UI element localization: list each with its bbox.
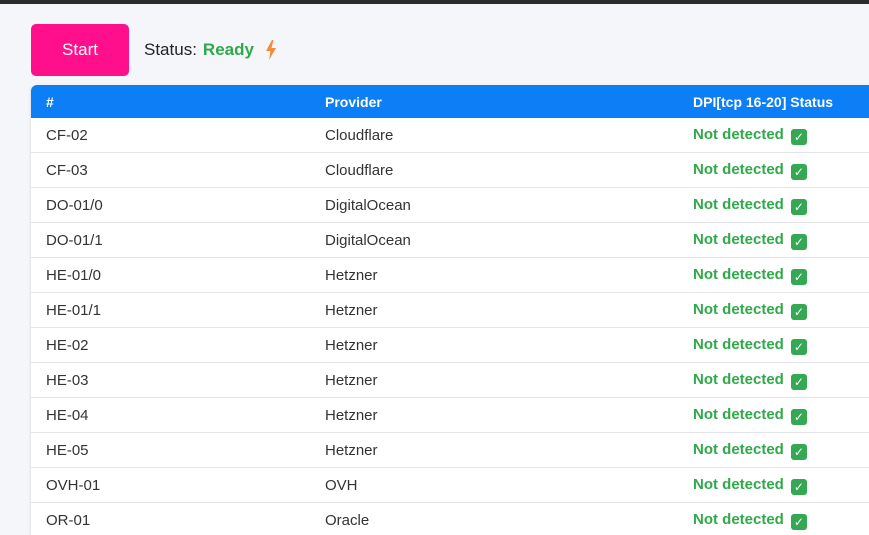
status-text: Not detected (693, 230, 784, 248)
table-header-row: # Provider DPI[tcp 16-20] Status (31, 85, 869, 118)
status-text: Not detected (693, 300, 784, 318)
cell-provider: Hetzner (310, 432, 678, 468)
results-table-container: # Provider DPI[tcp 16-20] Status CF-02 Cl… (31, 85, 869, 535)
cell-id: OVH-01 (31, 467, 310, 503)
status-text: Not detected (693, 440, 784, 458)
cell-dpi-status: Not detected ✓ (678, 152, 869, 188)
status-text: Not detected (693, 510, 784, 528)
status-text: Not detected (693, 265, 784, 283)
check-mark-icon: ✓ (790, 303, 807, 320)
table-row: DO-01/0 DigitalOcean Not detected ✓ (31, 187, 869, 223)
table-row: HE-03 Hetzner Not detected ✓ (31, 362, 869, 398)
cell-id: CF-02 (31, 118, 310, 153)
check-mark-icon: ✓ (790, 408, 807, 425)
table-row: DO-01/1 DigitalOcean Not detected ✓ (31, 222, 869, 258)
check-mark-icon: ✓ (790, 268, 807, 285)
status-indicator: Status: Ready (144, 40, 277, 60)
cell-provider: Hetzner (310, 397, 678, 433)
cell-dpi-status: Not detected ✓ (678, 257, 869, 293)
cell-provider: Oracle (310, 502, 678, 535)
status-text: Not detected (693, 370, 784, 388)
results-table: # Provider DPI[tcp 16-20] Status CF-02 Cl… (31, 85, 869, 535)
cell-id: DO-01/0 (31, 187, 310, 223)
cell-id: DO-01/1 (31, 222, 310, 258)
cell-provider: DigitalOcean (310, 222, 678, 258)
table-row: CF-03 Cloudflare Not detected ✓ (31, 152, 869, 188)
table-body: CF-02 Cloudflare Not detected ✓ CF-03 Cloudfl… (31, 118, 869, 535)
check-mark-icon: ✓ (790, 233, 807, 250)
cell-provider: Cloudflare (310, 118, 678, 153)
lightning-bolt-icon (265, 40, 277, 60)
cell-dpi-status: Not detected ✓ (678, 327, 869, 363)
top-bar (0, 0, 869, 4)
check-mark-icon: ✓ (790, 373, 807, 390)
cell-dpi-status: Not detected ✓ (678, 397, 869, 433)
cell-id: OR-01 (31, 502, 310, 535)
cell-provider: Hetzner (310, 327, 678, 363)
cell-id: HE-02 (31, 327, 310, 363)
cell-dpi-status: Not detected ✓ (678, 502, 869, 535)
cell-dpi-status: Not detected ✓ (678, 467, 869, 503)
table-row: HE-05 Hetzner Not detected ✓ (31, 432, 869, 468)
status-text: Not detected (693, 160, 784, 178)
table-row: CF-02 Cloudflare Not detected ✓ (31, 118, 869, 153)
controls-bar: Start Status: Ready (31, 24, 277, 76)
status-text: Not detected (693, 335, 784, 353)
cell-dpi-status: Not detected ✓ (678, 187, 869, 223)
cell-id: HE-01/0 (31, 257, 310, 293)
cell-id: CF-03 (31, 152, 310, 188)
cell-provider: Hetzner (310, 257, 678, 293)
cell-id: HE-01/1 (31, 292, 310, 328)
status-value: Ready (202, 40, 254, 59)
check-mark-icon: ✓ (790, 338, 807, 355)
status-text: Not detected (693, 475, 784, 493)
column-header-provider[interactable]: Provider (310, 85, 678, 118)
cell-id: HE-05 (31, 432, 310, 468)
table-row: HE-02 Hetzner Not detected ✓ (31, 327, 869, 363)
table-row: OR-01 Oracle Not detected ✓ (31, 502, 869, 535)
check-mark-icon: ✓ (790, 128, 807, 145)
table-row: OVH-01 OVH Not detected ✓ (31, 467, 869, 503)
column-header-id[interactable]: # (31, 85, 310, 118)
cell-provider: Hetzner (310, 292, 678, 328)
table-row: HE-01/1 Hetzner Not detected ✓ (31, 292, 869, 328)
cell-dpi-status: Not detected ✓ (678, 432, 869, 468)
status-label: Status: (144, 40, 197, 59)
status-text: Not detected (693, 405, 784, 423)
check-mark-icon: ✓ (790, 513, 807, 530)
cell-provider: OVH (310, 467, 678, 503)
start-button[interactable]: Start (31, 24, 129, 76)
column-header-dpi-status[interactable]: DPI[tcp 16-20] Status (678, 85, 869, 118)
status-text: Not detected (693, 195, 784, 213)
table-row: HE-01/0 Hetzner Not detected ✓ (31, 257, 869, 293)
check-mark-icon: ✓ (790, 478, 807, 495)
cell-dpi-status: Not detected ✓ (678, 362, 869, 398)
cell-dpi-status: Not detected ✓ (678, 292, 869, 328)
check-mark-icon: ✓ (790, 163, 807, 180)
check-mark-icon: ✓ (790, 443, 807, 460)
status-text: Not detected (693, 125, 784, 143)
cell-provider: Cloudflare (310, 152, 678, 188)
cell-dpi-status: Not detected ✓ (678, 118, 869, 153)
cell-provider: DigitalOcean (310, 187, 678, 223)
cell-dpi-status: Not detected ✓ (678, 222, 869, 258)
cell-provider: Hetzner (310, 362, 678, 398)
cell-id: HE-04 (31, 397, 310, 433)
table-row: HE-04 Hetzner Not detected ✓ (31, 397, 869, 433)
cell-id: HE-03 (31, 362, 310, 398)
check-mark-icon: ✓ (790, 198, 807, 215)
